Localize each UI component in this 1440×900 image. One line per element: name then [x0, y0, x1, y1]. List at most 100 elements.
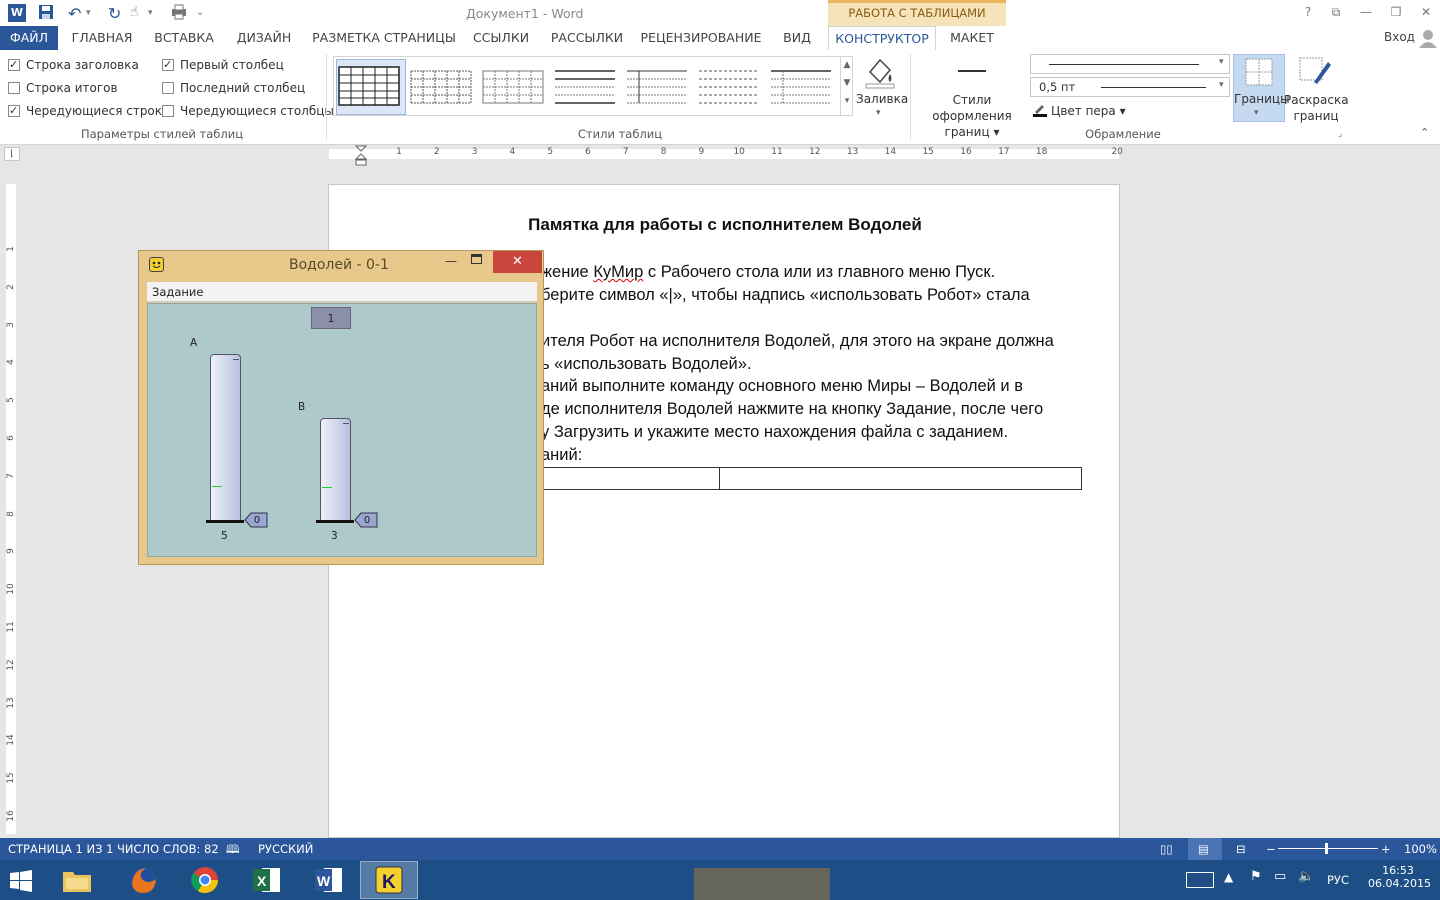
shading-dropdown-icon[interactable]: ▾ [876, 108, 881, 118]
table-style-plain-6[interactable] [770, 66, 832, 106]
vodoley-canvas: 1 A 0 5 B 0 3 [147, 303, 537, 557]
print-layout-icon[interactable]: ▤ [1188, 838, 1222, 860]
shading-icon[interactable] [862, 54, 898, 90]
ruler-number: 10 [6, 583, 16, 595]
pen-color-button[interactable]: Цвет пера ▾ [1051, 104, 1126, 118]
document-table[interactable] [541, 467, 1082, 490]
customize-qat-icon[interactable]: ⌄ [196, 7, 214, 25]
help-icon[interactable]: ? [1298, 4, 1318, 20]
ruler-number: 11 [6, 621, 16, 633]
read-mode-icon[interactable]: ▯▯ [1160, 842, 1173, 856]
ruler-number: 5 [6, 397, 16, 404]
restore-icon[interactable]: ❐ [1386, 4, 1406, 20]
tab-page-layout[interactable]: РАЗМЕТКА СТРАНИЦЫ [310, 26, 458, 50]
tab-references[interactable]: ССЫЛКИ [468, 26, 534, 50]
word-taskbar-icon[interactable]: W [300, 861, 358, 899]
tab-view[interactable]: ВИД [772, 26, 822, 50]
banded-columns-checkbox[interactable]: Чередующиеся столбцы [162, 103, 334, 119]
zoom-level[interactable]: 100% [1404, 842, 1437, 856]
borders-button[interactable]: Границы ▾ [1233, 54, 1290, 122]
window-title: Документ1 - Word [466, 6, 584, 21]
border-painter-icon[interactable] [1298, 56, 1332, 86]
table-style-plain-5[interactable] [698, 66, 760, 106]
header-row-checkbox[interactable]: Строка заголовка [8, 57, 139, 73]
first-column-checkbox[interactable]: Первый столбец [162, 57, 284, 73]
zoom-out-icon[interactable]: − [1266, 842, 1276, 856]
vessel-a-label: A [190, 337, 198, 349]
excel-taskbar-icon[interactable]: X [238, 861, 296, 899]
repeat-icon[interactable]: ↻ [108, 4, 126, 23]
tab-layout[interactable]: МАКЕТ [942, 26, 1002, 50]
border-painter-button[interactable]: Раскраска границ [1284, 92, 1349, 124]
save-icon[interactable] [38, 4, 56, 22]
vodoley-minimize-icon[interactable]: — [445, 254, 457, 268]
word-count[interactable]: ЧИСЛО СЛОВ: 82 [117, 842, 219, 856]
quick-print-icon[interactable] [170, 4, 188, 22]
zoom-in-icon[interactable]: + [1381, 842, 1391, 856]
login-link[interactable]: Вход [1384, 30, 1415, 44]
zoom-slider[interactable] [1278, 848, 1378, 849]
total-row-checkbox[interactable]: Строка итогов [8, 80, 118, 96]
network-icon[interactable]: ▭ [1274, 869, 1286, 884]
group-label-style-options: Параметры стилей таблиц [80, 127, 244, 141]
menu-task[interactable]: Задание [152, 285, 204, 299]
shading-button[interactable]: Заливка [856, 92, 908, 106]
collapse-ribbon-icon[interactable]: ⌃ [1420, 126, 1429, 139]
border-styles-button[interactable]: Стили оформления границ ▾ [914, 92, 1030, 140]
user-avatar-icon[interactable] [1418, 28, 1438, 48]
zoom-slider-thumb[interactable] [1325, 843, 1328, 854]
tab-file[interactable]: ФАЙЛ [0, 26, 58, 50]
tab-selector-icon[interactable]: ⌊ [4, 147, 20, 161]
tab-constructor[interactable]: КОНСТРУКТОР [828, 26, 936, 51]
gallery-scroll[interactable]: ▲ ▼ ▾ [840, 56, 853, 116]
minimize-icon[interactable]: — [1356, 4, 1376, 20]
tab-design[interactable]: ДИЗАЙН [230, 26, 298, 50]
volume-icon[interactable]: 🔈 [1298, 869, 1314, 884]
undo-dropdown-icon[interactable]: ▾ [86, 8, 104, 26]
kumir-taskbar-icon[interactable]: K [360, 861, 418, 899]
table-style-plain-3[interactable] [554, 66, 616, 106]
close-icon[interactable]: ✕ [1416, 4, 1436, 20]
pen-color-icon[interactable] [1032, 103, 1048, 117]
tab-insert[interactable]: ВСТАВКА [148, 26, 220, 50]
line-style-select[interactable]: ▾ [1030, 54, 1230, 74]
tray-expand-icon[interactable]: ▲ [1224, 870, 1233, 884]
table-style-plain-4[interactable] [626, 66, 688, 106]
page-indicator[interactable]: СТРАНИЦА 1 ИЗ 1 [8, 842, 113, 856]
touch-mode-icon[interactable]: ☝ [130, 4, 148, 22]
ribbon-display-icon[interactable]: ⧉ [1326, 4, 1346, 20]
start-windows-icon[interactable] [10, 870, 32, 892]
action-center-icon[interactable]: ⚑ [1250, 869, 1262, 884]
undo-icon[interactable]: ↶ [68, 4, 86, 23]
last-column-checkbox[interactable]: Последний столбец [162, 80, 305, 96]
touch-dropdown-icon[interactable]: ▾ [148, 8, 166, 26]
desktop-wallpaper-fragment [694, 868, 830, 900]
vodoley-window[interactable]: Водолей - 0-1 — ✕ Задание 1 A 0 5 B 0 3 [138, 250, 544, 565]
doc-line-1: жение КуМир с Рабочего стола или из глав… [541, 263, 996, 281]
vessel-b[interactable] [320, 418, 351, 521]
vodoley-close-icon[interactable]: ✕ [493, 251, 542, 273]
touch-keyboard-icon[interactable] [1186, 872, 1214, 888]
firefox-taskbar-icon[interactable] [114, 861, 172, 899]
clock[interactable]: 16:53 06.04.2015 [1368, 864, 1431, 890]
word-app-icon[interactable]: W [8, 4, 26, 22]
vodoley-maximize-icon[interactable] [471, 254, 482, 264]
table-style-plain-1[interactable] [410, 66, 472, 106]
indent-marker-icon[interactable] [354, 145, 368, 166]
banded-rows-checkbox[interactable]: Чередующиеся строки [8, 103, 170, 119]
chrome-taskbar-icon[interactable] [176, 861, 234, 899]
table-style-grid[interactable] [338, 66, 400, 106]
table-style-plain-2[interactable] [482, 66, 544, 106]
tab-mailings[interactable]: РАССЫЛКИ [544, 26, 630, 50]
ruler-number: 8 [660, 147, 667, 157]
input-language[interactable]: РУС [1327, 873, 1349, 887]
line-weight-select[interactable]: 0,5 пт ▾ [1030, 77, 1230, 97]
language-indicator[interactable]: РУССКИЙ [258, 842, 313, 856]
web-layout-icon[interactable]: ⊟ [1236, 842, 1246, 856]
proofing-icon[interactable]: 🕮 [226, 842, 240, 861]
tab-home[interactable]: ГЛАВНАЯ [66, 26, 138, 50]
vessel-a[interactable] [210, 354, 241, 521]
borders-dialog-launcher-icon[interactable]: ⌟ [1338, 129, 1342, 139]
explorer-taskbar-icon[interactable] [48, 861, 106, 899]
tab-review[interactable]: РЕЦЕНЗИРОВАНИЕ [640, 26, 762, 50]
